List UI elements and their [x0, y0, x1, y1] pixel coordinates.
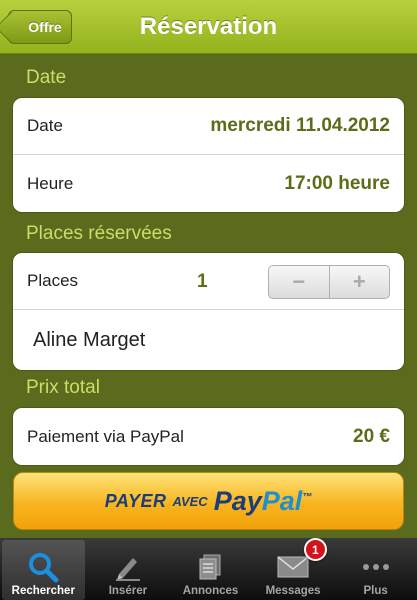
paypal-logo-pal: Pal	[261, 485, 303, 516]
payment-row[interactable]: Paiement via PayPal 20 €	[13, 408, 404, 465]
section-header-date: Date	[26, 67, 67, 88]
date-group: Date mercredi 11.04.2012 Heure 17:00 heu…	[12, 97, 405, 213]
places-stepper: − +	[268, 265, 390, 299]
paypal-pay-button[interactable]: PAYER AVEC PayPal™	[13, 472, 404, 530]
pencil-icon	[113, 549, 143, 585]
paypal-logo: PayPal™	[214, 486, 313, 517]
search-icon	[26, 549, 60, 585]
tab-bar: Rechercher Insérer Annonces 1 Messages P…	[0, 538, 417, 600]
tab-label: Annonces	[182, 585, 239, 597]
section-header-price: Prix total	[26, 377, 100, 398]
places-row: Places 1 − +	[13, 253, 404, 310]
back-button[interactable]: Offre	[8, 10, 72, 44]
tab-label: Rechercher	[11, 585, 75, 597]
places-count: 1	[197, 271, 208, 292]
tab-rechercher[interactable]: Rechercher	[2, 540, 85, 600]
stepper-minus-button[interactable]: −	[269, 266, 329, 298]
stepper-plus-button[interactable]: +	[328, 266, 390, 298]
tab-label: Messages	[265, 585, 321, 597]
paypal-logo-pay: Pay	[213, 485, 262, 516]
tab-label: Plus	[363, 585, 388, 597]
tab-annonces[interactable]: Annonces	[169, 538, 252, 600]
section-header-places: Places réservées	[26, 223, 172, 244]
tab-messages[interactable]: 1 Messages	[252, 538, 335, 600]
tab-label: Insérer	[108, 585, 148, 597]
messages-badge: 1	[303, 538, 327, 561]
date-row[interactable]: Date mercredi 11.04.2012	[13, 98, 404, 155]
date-label: Date	[27, 116, 63, 135]
price-value: 20 €	[353, 425, 390, 447]
price-group: Paiement via PayPal 20 €	[12, 407, 405, 466]
time-value: 17:00 heure	[284, 172, 390, 194]
date-value: mercredi 11.04.2012	[210, 115, 390, 136]
content-area: Date Date mercredi 11.04.2012 Heure 17:0…	[0, 55, 417, 538]
documents-icon	[195, 549, 225, 585]
back-button-label: Offre	[28, 19, 62, 35]
navigation-bar: Réservation Offre	[0, 0, 417, 54]
passenger-name: Aline Marget	[33, 328, 146, 351]
tab-plus[interactable]: Plus	[334, 538, 417, 600]
tab-inserer[interactable]: Insérer	[87, 538, 170, 600]
places-group: Places 1 − + Aline Marget	[12, 252, 405, 371]
paypal-logo-tm: ™	[302, 491, 313, 503]
places-label: Places	[27, 271, 79, 290]
time-label: Heure	[27, 173, 74, 193]
paypal-pay-text: PAYER	[104, 490, 167, 511]
time-row[interactable]: Heure 17:00 heure	[13, 155, 404, 212]
more-icon	[361, 549, 391, 585]
payment-label: Paiement via PayPal	[27, 426, 184, 446]
passenger-name-row[interactable]: Aline Marget	[13, 310, 404, 370]
paypal-avec-text: AVEC	[172, 493, 208, 509]
